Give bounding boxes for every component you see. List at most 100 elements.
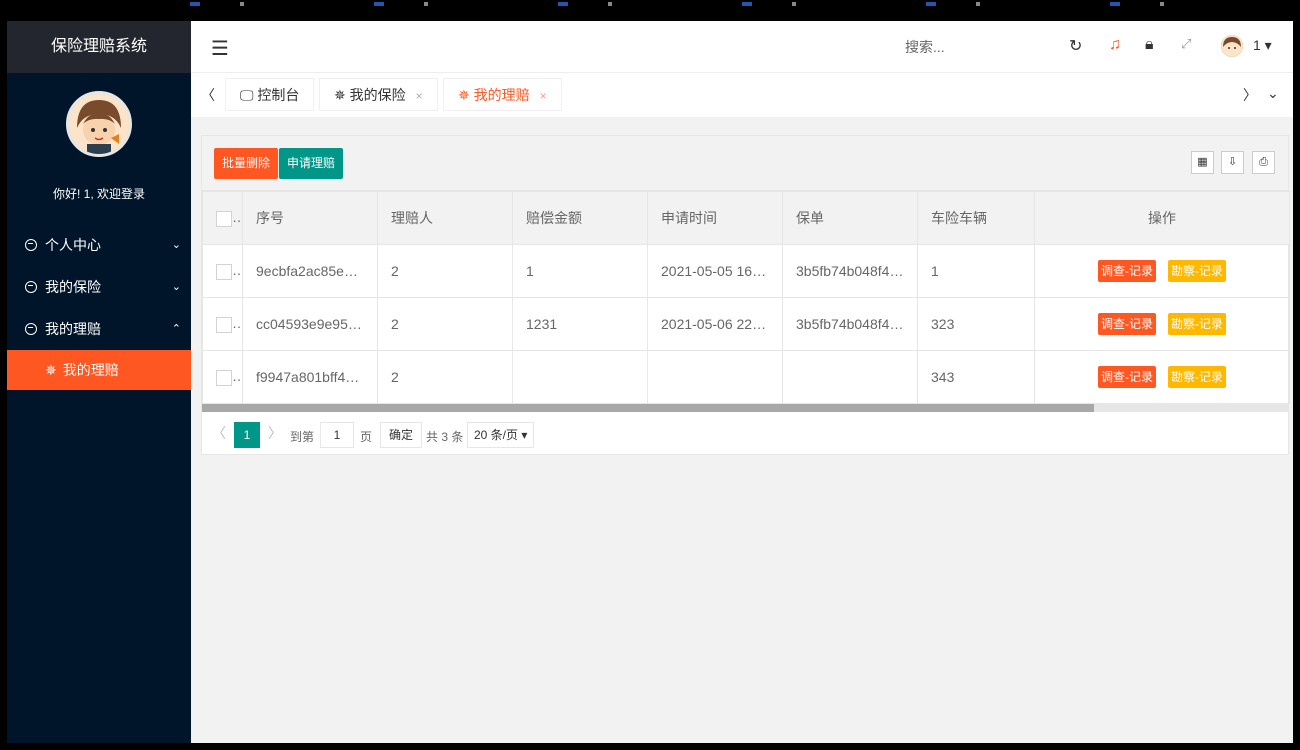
avatar-icon — [69, 94, 129, 154]
table-cell: 1231 — [512, 297, 648, 351]
row-select-cell — [202, 350, 243, 404]
page-size-select[interactable]: 20 条/页 ▾ — [467, 422, 535, 448]
row-select-cell — [202, 297, 243, 351]
total-count: 共 3 条 — [426, 430, 464, 444]
table-cell: 323 — [917, 297, 1035, 351]
table-card: 批量删除 申请理赔 ▦ ⇩ ⎙ 序号 理赔人 赔偿金额 申请时间 保单 车险车辆… — [201, 135, 1290, 455]
circle-icon — [25, 323, 37, 335]
sidebar-item-my-insurance[interactable]: 我的保险 ⌄ — [7, 266, 191, 308]
search-input[interactable]: 搜索... — [905, 37, 945, 57]
table-cell: 2021-05-06 22:47:24 — [647, 297, 783, 351]
browser-top-strip — [0, 0, 1300, 8]
columns-icon[interactable]: ▦ — [1191, 151, 1214, 174]
current-page-button[interactable]: 1 — [234, 422, 260, 448]
scrollbar-thumb[interactable] — [202, 404, 1094, 412]
table-cell: 1 — [512, 244, 648, 298]
table-row: f9947a801bff47b0... 2 343 调查-记录 勘察-记录 — [202, 350, 1290, 404]
sidebar-subitem-label: 我的理赔 — [62, 362, 119, 378]
column-header[interactable]: 申请时间 — [647, 191, 783, 245]
actions-cell: 调查-记录 勘察-记录 — [1034, 297, 1290, 351]
horizontal-scrollbar[interactable] — [202, 404, 1288, 412]
apply-claim-button[interactable]: 申请理赔 — [279, 148, 344, 179]
row-select-cell — [202, 244, 243, 298]
table-cell: 2 — [377, 244, 513, 298]
close-icon[interactable]: × — [416, 89, 423, 103]
sidebar-nav: 个人中心 ⌄ 我的保险 ⌄ 我的理赔 ⌃ ✵ 我的理赔 — [7, 224, 191, 390]
investigate-record-button[interactable]: 调查-记录 — [1098, 366, 1157, 388]
export-icon[interactable]: ⇩ — [1221, 151, 1244, 174]
table-cell: cc04593e9e954c2... — [242, 297, 378, 351]
table-cell: 1 — [917, 244, 1035, 298]
close-icon[interactable]: × — [540, 89, 547, 103]
goto-confirm-button[interactable]: 确定 — [380, 422, 423, 448]
table-toolbar: 批量删除 申请理赔 ▦ ⇩ ⎙ — [202, 136, 1288, 191]
next-page-icon[interactable]: 〉 — [268, 423, 282, 443]
survey-record-button[interactable]: 勘察-记录 — [1167, 313, 1226, 335]
tab-bar: 〈 🖵︎ 控制台 ✵ 我的保险 × ✵ 我的理赔 × 〉 ⌄ — [191, 73, 1293, 117]
goto-label: 到第 — [290, 430, 315, 444]
welcome-text: 你好! 1, 欢迎登录 — [52, 187, 145, 201]
sidebar-item-label: 我的保险 — [45, 279, 101, 295]
column-header[interactable]: 赔偿金额 — [512, 191, 648, 245]
chevron-up-icon: ⌃ — [171, 323, 181, 335]
investigate-record-button[interactable]: 调查-记录 — [1098, 260, 1157, 282]
table-cell: f9947a801bff47b0... — [242, 350, 378, 404]
tab-dashboard[interactable]: 🖵︎ 控制台 — [225, 78, 315, 111]
print-icon[interactable]: ⎙ — [1252, 151, 1275, 174]
bell-icon[interactable]: ♫ — [1109, 36, 1121, 54]
table-cell: 3b5fb74b048f462c... — [782, 297, 918, 351]
table-row: cc04593e9e954c2... 2 1231 2021-05-06 22:… — [202, 297, 1290, 351]
table-cell — [647, 350, 783, 404]
refresh-icon[interactable]: ↻ — [1069, 36, 1082, 56]
row-checkbox[interactable] — [216, 263, 232, 280]
actions-cell: 调查-记录 勘察-记录 — [1034, 350, 1290, 404]
column-header[interactable]: 车险车辆 — [917, 191, 1035, 245]
row-checkbox[interactable] — [216, 316, 232, 333]
survey-record-button[interactable]: 勘察-记录 — [1167, 366, 1226, 388]
batch-delete-button[interactable]: 批量删除 — [214, 148, 279, 179]
palm-icon: ✵ — [458, 87, 470, 103]
tab-my-claims[interactable]: ✵ 我的理赔 × — [443, 78, 562, 111]
prev-page-icon[interactable]: 〈 — [212, 423, 226, 443]
table-cell: 9ecbfa2ac85e4f47... — [242, 244, 378, 298]
sidebar-item-personal-center[interactable]: 个人中心 ⌄ — [7, 224, 191, 266]
palm-icon: ✵ — [45, 362, 57, 378]
table-cell: 2 — [377, 350, 513, 404]
select-all-checkbox[interactable] — [216, 210, 232, 227]
sidebar-item-label: 我的理赔 — [45, 321, 101, 337]
sidebar-item-my-claims[interactable]: 我的理赔 ⌃ — [7, 308, 191, 350]
tab-label: 我的保险 — [349, 87, 406, 103]
table-cell — [782, 350, 918, 404]
claims-table: 序号 理赔人 赔偿金额 申请时间 保单 车险车辆 操作 9ecbfa2ac85e… — [202, 191, 1290, 404]
lock-icon[interactable]: 🔒︎ — [1145, 36, 1154, 54]
column-header: 操作 — [1034, 191, 1290, 245]
top-header: ☰ 搜索... ↻ ♫ 🔒︎ ⤢ 1 ▾ — [191, 21, 1293, 73]
sidebar-item-label: 个人中心 — [45, 237, 101, 253]
page-unit-label: 页 — [360, 430, 373, 444]
monitor-icon: 🖵︎ — [240, 87, 254, 103]
column-header[interactable]: 序号 — [242, 191, 378, 245]
chevron-down-icon[interactable]: ⌄ — [1267, 85, 1279, 102]
chevron-down-icon: ⌄ — [171, 239, 181, 251]
brand-title: 保险理赔系统 — [7, 21, 191, 73]
column-header[interactable]: 保单 — [782, 191, 918, 245]
sidebar-subitem-my-claims[interactable]: ✵ 我的理赔 — [7, 350, 191, 390]
table-cell: 343 — [917, 350, 1035, 404]
avatar[interactable] — [66, 91, 132, 157]
tab-label: 我的理赔 — [473, 87, 530, 103]
column-header[interactable]: 理赔人 — [377, 191, 513, 245]
survey-record-button[interactable]: 勘察-记录 — [1167, 260, 1226, 282]
tab-scroll-right-icon[interactable]: 〉 — [1243, 85, 1257, 105]
table-cell: 3b5fb74b048f462c... — [782, 244, 918, 298]
user-avatar[interactable] — [1221, 35, 1243, 57]
fullscreen-icon[interactable]: ⤢ — [1181, 36, 1191, 52]
table-cell: 2021-05-05 16:31:29 — [647, 244, 783, 298]
goto-page-input[interactable]: 1 — [320, 422, 354, 448]
tab-my-insurance[interactable]: ✵ 我的保险 × — [319, 78, 438, 111]
circle-icon — [25, 239, 37, 251]
menu-toggle-icon[interactable]: ☰ — [211, 36, 229, 61]
tab-scroll-left-icon[interactable]: 〈 — [201, 85, 215, 105]
user-menu[interactable]: 1 ▾ — [1253, 37, 1272, 54]
row-checkbox[interactable] — [216, 369, 232, 386]
investigate-record-button[interactable]: 调查-记录 — [1098, 313, 1157, 335]
